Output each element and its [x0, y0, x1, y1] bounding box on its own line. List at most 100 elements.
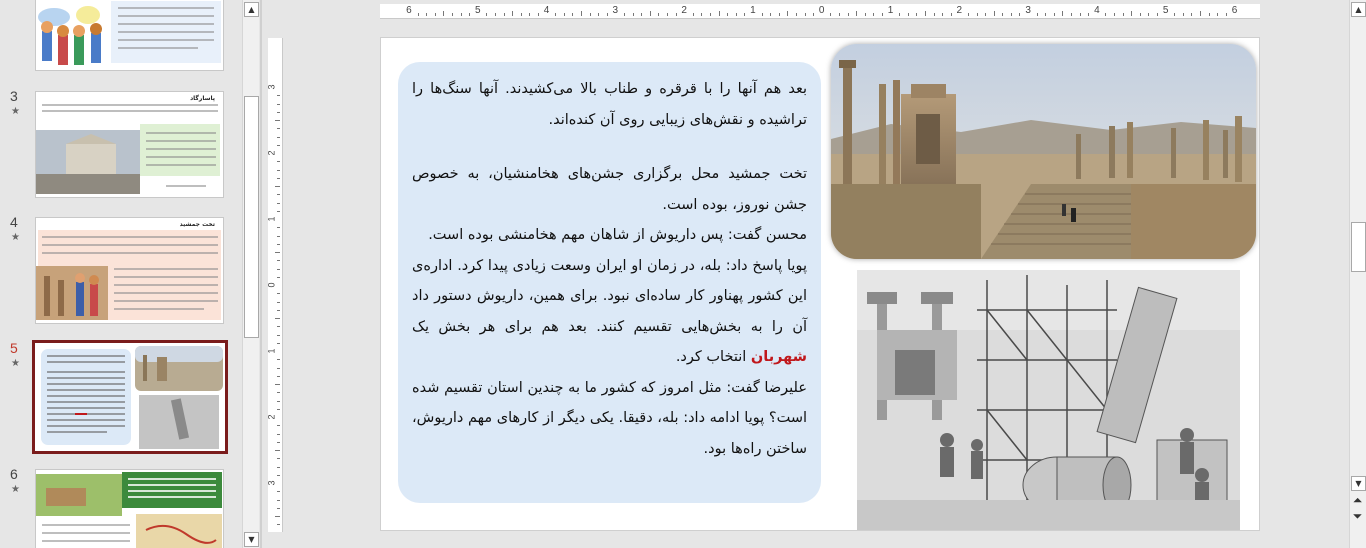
- horizontal-ruler: 6 5 4 3 2 1 0 1 2 3 4 5 6: [380, 4, 1260, 19]
- slide-3-transition-star-icon: ★: [11, 106, 20, 117]
- slide-scrollbar[interactable]: ▲ ▼ ⏶ ⏷: [1349, 0, 1366, 548]
- h-ruler-label: 6: [1231, 5, 1238, 16]
- v-ruler-tick: [275, 120, 280, 121]
- v-ruler-tick: [277, 441, 280, 443]
- v-ruler-tick: [277, 367, 280, 369]
- h-ruler-tick: [967, 13, 969, 16]
- h-ruler-tick: [804, 13, 806, 16]
- h-ruler-tick: [1131, 11, 1133, 16]
- h-ruler-tick: [718, 11, 720, 16]
- h-ruler-tick: [1053, 13, 1055, 16]
- thumbnail-4-title: تخت جمشید: [179, 221, 215, 228]
- slide-4-transition-star-icon: ★: [11, 232, 20, 243]
- v-ruler-tick: [277, 334, 280, 336]
- v-ruler-tick: [277, 210, 280, 212]
- main-scroll-down-arrow-icon[interactable]: ▼: [1351, 476, 1366, 491]
- h-ruler-tick: [950, 13, 952, 16]
- v-ruler-tick: [277, 507, 280, 509]
- h-ruler-tick: [856, 11, 858, 16]
- v-ruler-tick: [277, 524, 280, 526]
- h-ruler-label: 4: [1094, 5, 1100, 16]
- v-ruler-tick: [277, 243, 280, 245]
- h-ruler-tick: [641, 13, 643, 16]
- v-ruler-label: 3: [266, 84, 277, 90]
- h-ruler-tick: [512, 11, 514, 16]
- scroll-down-arrow-icon[interactable]: ▼: [244, 532, 259, 547]
- v-ruler-tick: [275, 450, 280, 451]
- h-ruler-tick: [838, 13, 840, 16]
- h-ruler-label: 2: [681, 5, 687, 16]
- paragraph-alireza: علیرضا گفت: مثل امروز که کشور ما به چندی…: [412, 379, 807, 457]
- h-ruler-tick: [632, 13, 634, 16]
- h-ruler-tick: [770, 13, 772, 16]
- v-ruler-tick: [277, 161, 280, 163]
- paragraph-pouya-text: پویا پاسخ داد: بله، در زمان او ایران وسع…: [412, 257, 807, 335]
- thumbnail-scrollbar-thumb[interactable]: [244, 96, 259, 338]
- slide-thumbnail-5-selected[interactable]: [32, 340, 228, 454]
- v-ruler-tick: [277, 425, 280, 427]
- persepolis-construction-drawing[interactable]: [857, 270, 1240, 530]
- v-ruler-tick: [277, 375, 280, 377]
- h-ruler-tick: [555, 13, 557, 16]
- persepolis-photo-drawing: [831, 44, 1256, 259]
- persepolis-ruins-photo[interactable]: [831, 44, 1256, 259]
- h-ruler-tick: [1182, 13, 1184, 16]
- h-ruler-tick: [598, 13, 600, 16]
- main-scroll-up-arrow-icon[interactable]: ▲: [1351, 2, 1366, 17]
- slide-6-transition-star-icon: ★: [11, 484, 20, 495]
- slide-thumbnail-6[interactable]: [35, 469, 224, 548]
- thumbnail-scrollbar[interactable]: ▲ ▼: [242, 0, 259, 548]
- thumbnail-6-preview: [36, 470, 223, 548]
- v-ruler-tick: [277, 169, 280, 171]
- v-ruler-tick: [277, 136, 280, 138]
- h-ruler-tick: [1071, 13, 1073, 16]
- h-ruler-tick: [1191, 13, 1193, 16]
- h-ruler-tick: [701, 13, 703, 16]
- h-ruler-tick: [443, 11, 445, 16]
- h-ruler-label: 1: [887, 5, 894, 16]
- h-ruler-label: 1: [750, 5, 756, 16]
- h-ruler-tick: [1062, 11, 1064, 16]
- pane-splitter[interactable]: [260, 0, 262, 548]
- v-ruler-tick: [277, 276, 280, 278]
- h-ruler-tick: [727, 13, 729, 16]
- h-ruler-label: 5: [1162, 5, 1169, 16]
- h-ruler-tick: [537, 13, 539, 16]
- scroll-up-arrow-icon[interactable]: ▲: [244, 2, 259, 17]
- slide-scrollbar-thumb[interactable]: [1351, 222, 1366, 272]
- v-ruler-tick: [275, 384, 280, 385]
- slide-thumbnail-4[interactable]: تخت جمشید: [35, 217, 224, 324]
- v-ruler-label: 1: [266, 348, 277, 354]
- h-ruler-tick: [666, 13, 668, 16]
- v-ruler-tick: [275, 252, 280, 253]
- v-ruler-tick: [275, 318, 280, 319]
- next-slide-icon[interactable]: ⏷: [1351, 510, 1364, 523]
- h-ruler-tick: [503, 13, 505, 16]
- previous-slide-icon[interactable]: ⏶: [1351, 494, 1364, 507]
- h-ruler-tick: [520, 13, 522, 16]
- v-ruler-label: 2: [266, 414, 277, 420]
- h-ruler-tick: [985, 13, 987, 16]
- thumbnail-5-preview: [35, 343, 225, 451]
- slide-thumbnail-3[interactable]: پاسارگاد: [35, 91, 224, 198]
- h-ruler-tick: [899, 13, 901, 16]
- v-ruler-tick: [277, 499, 280, 501]
- slide-canvas[interactable]: بعد هم آنها را با قرقره و طناب بالا می‌ک…: [380, 37, 1260, 531]
- h-ruler-tick: [580, 11, 582, 16]
- thumbnail-2-preview: [36, 0, 223, 70]
- v-ruler-tick: [277, 326, 280, 328]
- h-ruler-tick: [976, 13, 978, 16]
- slide-text-box[interactable]: بعد هم آنها را با قرقره و طناب بالا می‌ک…: [398, 62, 821, 503]
- h-ruler-tick: [1088, 13, 1090, 16]
- h-ruler-tick: [494, 13, 496, 16]
- v-ruler-tick: [277, 400, 280, 402]
- slide-thumbnail-2[interactable]: [35, 0, 224, 71]
- h-ruler-tick: [460, 13, 462, 16]
- h-ruler-tick: [778, 13, 780, 16]
- v-ruler-label: 2: [266, 150, 277, 156]
- h-ruler-tick: [1122, 13, 1124, 16]
- v-ruler-tick: [277, 268, 280, 270]
- v-ruler-tick: [277, 95, 280, 97]
- h-ruler-tick: [761, 13, 763, 16]
- h-ruler-tick: [924, 11, 926, 16]
